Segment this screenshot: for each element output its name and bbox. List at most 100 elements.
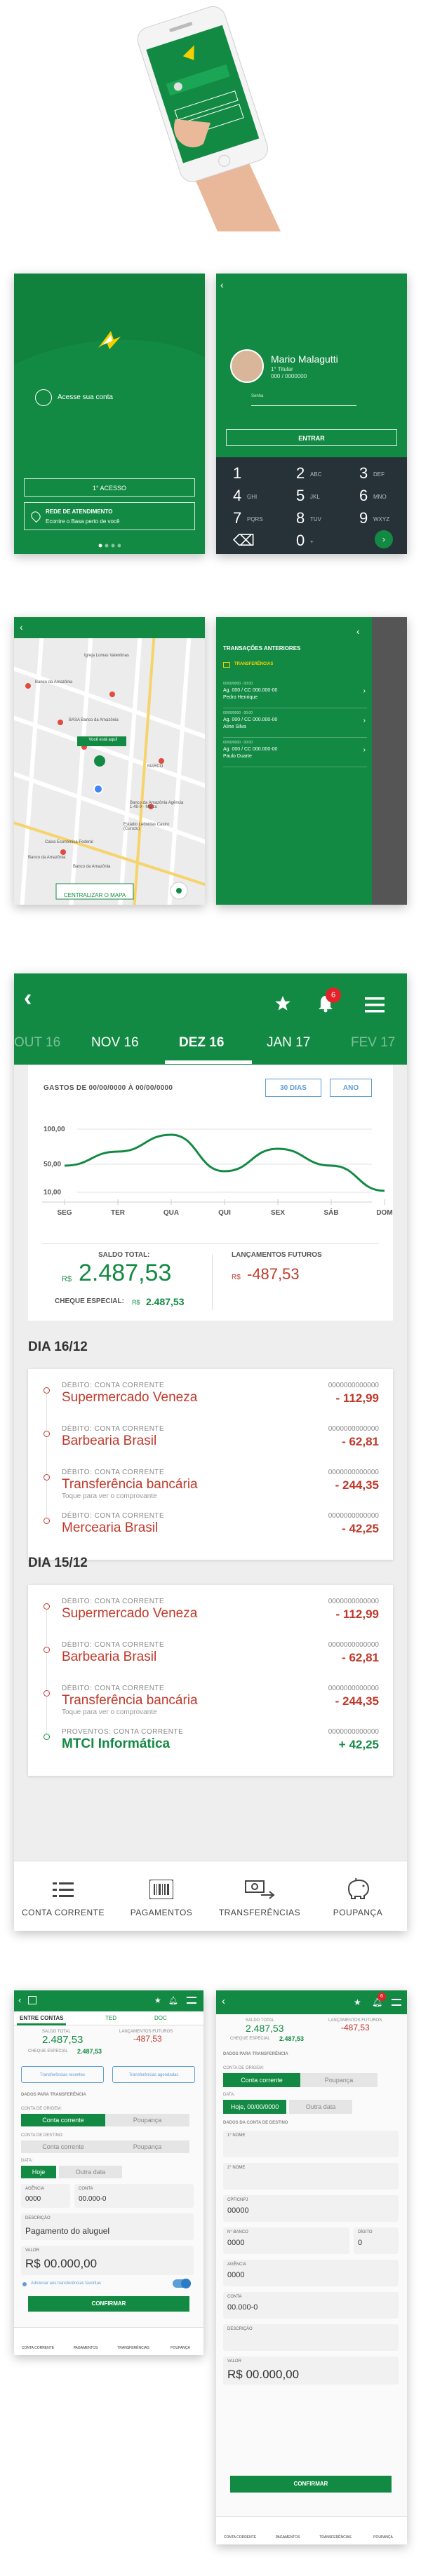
description-field[interactable]: DESCRIÇÃO Pagamento do aluguel bbox=[21, 2213, 194, 2240]
history-name: Paulo Duarte bbox=[223, 754, 252, 759]
keypad-key[interactable]: 1 bbox=[226, 463, 268, 484]
confirm-button[interactable]: CONFIRMAR bbox=[230, 2476, 392, 2493]
form-field[interactable]: 1° NOME bbox=[223, 2131, 399, 2157]
form-field[interactable]: CONTA 00.000-0 bbox=[223, 2292, 399, 2319]
menu-icon[interactable] bbox=[365, 997, 385, 1013]
transaction-name: Transferência bancária bbox=[62, 1477, 198, 1492]
transaction-row[interactable]: DÉBITO: CONTA CORRENTE 0000000000000 Barbe… bbox=[28, 1637, 393, 1693]
receipt-hint[interactable]: Toque para ver o comprovante bbox=[62, 1708, 157, 1716]
star-icon[interactable]: ★ bbox=[354, 1997, 361, 2007]
tab-month-nov[interactable]: NOV 16 bbox=[91, 1035, 139, 1051]
value-field[interactable]: VALOR R$ 00.000,00 bbox=[21, 2246, 194, 2275]
nav-savings[interactable]: POUPANÇA bbox=[309, 1861, 407, 1931]
dest-checking[interactable]: Conta corrente bbox=[21, 2140, 105, 2153]
star-icon[interactable] bbox=[274, 994, 292, 1013]
origin-savings[interactable]: Poupança bbox=[300, 2073, 377, 2087]
back-icon[interactable]: ‹ bbox=[24, 985, 32, 1012]
keypad-key[interactable]: 8 TUV bbox=[289, 508, 331, 529]
receipt-hint[interactable]: Toque para ver o comprovante bbox=[62, 1492, 157, 1500]
transaction-row[interactable]: DÉBITO: CONTA CORRENTE 0000000000000 Super… bbox=[28, 1593, 393, 1650]
back-icon[interactable]: ‹ bbox=[222, 1995, 225, 2007]
transaction-row[interactable]: DÉBITO: CONTA CORRENTE 0000000000000 Barbe… bbox=[28, 1421, 393, 1477]
tab-month-dec[interactable]: DEZ 16 bbox=[179, 1035, 224, 1051]
first-access-button[interactable]: 1° acesso bbox=[24, 478, 195, 497]
form-field[interactable]: DÍGITO 0 bbox=[354, 2227, 399, 2254]
password-input[interactable] bbox=[251, 405, 356, 406]
back-icon[interactable]: ‹ bbox=[356, 626, 360, 637]
range-year-button[interactable]: ANO bbox=[330, 1079, 372, 1097]
keypad-key[interactable]: 4 GHI bbox=[226, 485, 268, 506]
transaction-row[interactable]: DÉBITO: CONTA CORRENTE 0000000000000 Trans… bbox=[28, 1464, 393, 1520]
keypad-key[interactable]: ⌫ bbox=[226, 530, 268, 551]
transaction-row[interactable]: PROVENTOS: CONTA CORRENTE 0000000000000 MT… bbox=[28, 1724, 393, 1766]
future-currency: R$ bbox=[232, 1274, 241, 1281]
form-field[interactable]: VALOR R$ 00.000,00 bbox=[223, 2356, 399, 2385]
origin-savings[interactable]: Poupança bbox=[105, 2114, 189, 2126]
nav-savings[interactable]: POUPANÇA bbox=[359, 2535, 407, 2540]
nav-transfers[interactable]: TRANSFERÊNCIAS bbox=[312, 2535, 359, 2540]
scheduled-transfers-button[interactable]: Transferências agendadas bbox=[112, 2066, 195, 2083]
service-network-button[interactable]: REDE DE ATENDIMENTO Econtre o Basa perto… bbox=[24, 502, 195, 530]
nav-checking-account[interactable]: CONTA CORRENTE bbox=[14, 2346, 62, 2350]
keypad-digit: 9 bbox=[359, 509, 368, 527]
confirm-button[interactable]: CONFIRMAR bbox=[28, 2296, 189, 2312]
nav-transfers[interactable]: TRANSFERÊNCIAS bbox=[109, 2346, 157, 2350]
back-icon[interactable]: ‹ bbox=[220, 279, 224, 290]
nav-transfers[interactable]: TRANSFERÊNCIAS bbox=[210, 1861, 309, 1931]
center-map-button[interactable]: CENTRALIZAR O MAPA bbox=[56, 888, 133, 903]
keypad-key[interactable]: 0 + bbox=[289, 530, 331, 551]
recent-transfers-button[interactable]: Transferências recentes bbox=[21, 2066, 104, 2083]
form-field[interactable]: N° BANCO 0000 bbox=[223, 2227, 349, 2254]
star-icon[interactable]: ★ bbox=[154, 1996, 161, 2005]
form-field[interactable]: AGÊNCIA 0000 bbox=[223, 2260, 399, 2286]
home-icon[interactable] bbox=[28, 1996, 36, 2004]
dest-savings[interactable]: Poupança bbox=[105, 2140, 189, 2153]
tab-month-feb[interactable]: FEV 17 bbox=[351, 1035, 395, 1051]
tab-ted[interactable]: TED bbox=[105, 2015, 116, 2021]
date-today[interactable]: Hoje bbox=[21, 2166, 56, 2178]
history-item[interactable]: 00/00/0000 · 00:00 Ag. 000 / CC 000.000-0… bbox=[223, 711, 367, 738]
tab-between-accounts[interactable]: ENTRE CONTAS bbox=[20, 2015, 64, 2021]
nav-savings[interactable]: POUPANÇA bbox=[157, 2346, 203, 2350]
history-item[interactable]: 00/00/0000 · 00:00 Ag. 000 / CC 000.000-0… bbox=[223, 741, 367, 767]
origin-checking[interactable]: Conta corrente bbox=[21, 2114, 105, 2126]
transaction-row[interactable]: DÉBITO: CONTA CORRENTE 0000000000000 Merce… bbox=[28, 1508, 393, 1550]
account-field[interactable]: CONTA 00.000-0 bbox=[74, 2184, 194, 2208]
keypad-key[interactable]: 7 PQRS bbox=[226, 508, 268, 529]
tab-doc[interactable]: DOC bbox=[154, 2015, 167, 2021]
date-other[interactable]: Outra data bbox=[289, 2100, 352, 2114]
keypad-key[interactable]: 2 ABC bbox=[289, 463, 331, 484]
agency-field[interactable]: AGÊNCIA 0000 bbox=[21, 2184, 70, 2208]
transaction-row[interactable]: DÉBITO: CONTA CORRENTE 0000000000000 Super… bbox=[28, 1377, 393, 1434]
keypad-key[interactable]: 5 JKL bbox=[289, 485, 331, 506]
keypad-key[interactable]: 3 DEF bbox=[352, 463, 394, 484]
menu-icon[interactable] bbox=[187, 1997, 196, 2004]
back-icon[interactable]: ‹ bbox=[18, 1995, 21, 2005]
keypad-letters: WXYZ bbox=[373, 516, 390, 522]
keypad-key[interactable]: 6 MNO bbox=[352, 485, 394, 506]
menu-icon[interactable] bbox=[392, 1999, 401, 2006]
back-icon[interactable]: ‹ bbox=[20, 621, 23, 633]
date-today[interactable]: Hoje, 00/00/0000 bbox=[223, 2100, 286, 2114]
transaction-row[interactable]: DÉBITO: CONTA CORRENTE 0000000000000 Trans… bbox=[28, 1680, 393, 1737]
form-field[interactable]: 2° NOME bbox=[223, 2163, 399, 2190]
range-30-days-button[interactable]: 30 DIAS bbox=[265, 1079, 321, 1097]
nav-payments[interactable]: PAGAMENTOS bbox=[112, 1861, 210, 1931]
favorite-toggle[interactable] bbox=[173, 2279, 191, 2288]
tab-month-jan[interactable]: JAN 17 bbox=[267, 1035, 310, 1051]
bell-icon[interactable]: 🔔︎ bbox=[168, 1996, 178, 2005]
nav-checking-account[interactable]: CONTA CORRENTE bbox=[14, 1861, 112, 1931]
form-field[interactable]: CPF/CNPJ 00000 bbox=[223, 2195, 399, 2222]
nav-checking-account[interactable]: CONTA CORRENTE bbox=[216, 2535, 264, 2540]
origin-checking[interactable]: Conta corrente bbox=[223, 2073, 300, 2087]
submit-arrow-icon[interactable]: › bbox=[375, 530, 393, 548]
form-field[interactable]: DESCRIÇÃO bbox=[223, 2324, 399, 2351]
user-role: 1° Titular bbox=[271, 366, 293, 372]
nav-payments[interactable]: PAGAMENTOS bbox=[62, 2346, 109, 2350]
enter-button[interactable]: ENTRAR bbox=[226, 429, 397, 446]
history-item[interactable]: 00/00/0000 · 00:00 Ag. 000 / CC 000.000-0… bbox=[223, 682, 367, 708]
keypad-key[interactable]: 9 WXYZ bbox=[352, 508, 394, 529]
date-other[interactable]: Outra data bbox=[59, 2166, 122, 2178]
tab-month-oct[interactable]: OUT 16 bbox=[14, 1035, 60, 1051]
nav-payments[interactable]: PAGAMENTOS bbox=[264, 2535, 312, 2540]
